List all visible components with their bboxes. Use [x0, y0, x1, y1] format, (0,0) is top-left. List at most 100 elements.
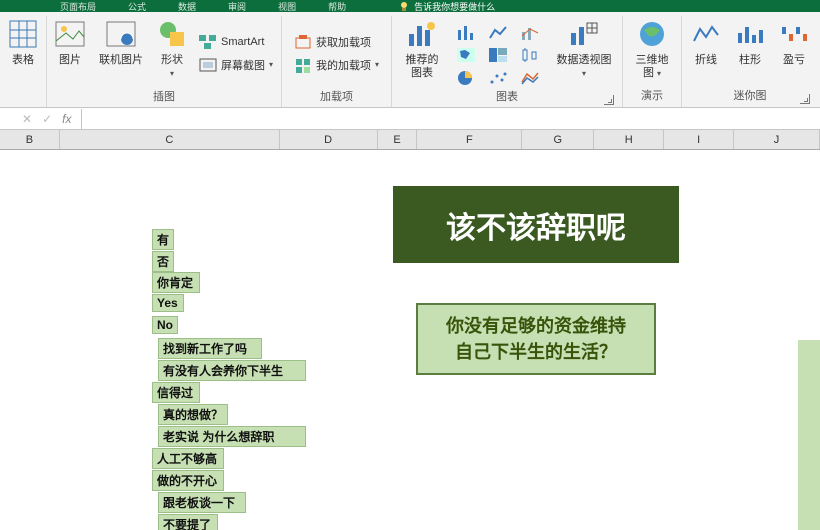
ribbon-tab[interactable]: 数据: [178, 0, 196, 12]
title-text: 该不该辞职呢: [446, 203, 626, 247]
tables-label: 表格: [12, 54, 34, 67]
screenshot-label: 屏幕截图: [221, 57, 265, 73]
sparkline-line-icon: [690, 18, 722, 50]
sheet-cell[interactable]: 找到新工作了吗: [158, 338, 262, 359]
statistic-chart-icon[interactable]: [518, 45, 542, 65]
shapes-button[interactable]: 形状 ▾: [155, 18, 189, 80]
sheet-cell[interactable]: 否: [152, 251, 174, 272]
online-pictures-icon: [105, 18, 137, 50]
combo-chart-icon[interactable]: [518, 22, 542, 42]
ribbon-tab[interactable]: 页面布局: [60, 0, 96, 12]
map-chart-icon[interactable]: [454, 45, 478, 65]
sheet-cell[interactable]: No: [152, 316, 178, 334]
sparkline-winloss-icon: [778, 18, 810, 50]
worksheet-area[interactable]: 有否你肯定Yes No 找到新工作了吗有没有人会养你下半生信得过真的想做？老实说 为…: [0, 150, 820, 530]
ribbon-tab[interactable]: 公式: [128, 0, 146, 12]
3d-map-label: 三维地 图: [636, 54, 669, 79]
col-header[interactable]: I: [664, 130, 734, 149]
ribbon-tab[interactable]: 视图: [278, 0, 296, 12]
ribbon: 表格 图片 联机图片 形状 ▾: [0, 12, 820, 108]
sheet-cell[interactable]: 人工不够高: [152, 448, 224, 469]
formula-input[interactable]: [81, 109, 820, 129]
sparkline-winloss-button[interactable]: 盈亏: [776, 18, 812, 67]
picture-icon: [54, 18, 86, 50]
dialog-launcher-icon[interactable]: [604, 95, 614, 105]
picture-label: 图片: [59, 54, 81, 67]
col-header[interactable]: E: [378, 130, 418, 149]
sheet-cell[interactable]: 有没有人会养你下半生: [158, 360, 306, 381]
chevron-down-icon: ▾: [657, 69, 661, 78]
sheet-cell[interactable]: 真的想做？: [158, 404, 228, 425]
ribbon-tab[interactable]: 帮助: [328, 0, 346, 12]
table-icon: [7, 18, 39, 50]
get-addins-label: 获取加载项: [316, 34, 371, 50]
col-header[interactable]: B: [0, 130, 60, 149]
surface-chart-icon[interactable]: [518, 68, 542, 88]
sheet-cell[interactable]: Yes: [152, 294, 184, 312]
sparkline-line-label: 折线: [695, 54, 717, 67]
shapes-label: 形状: [161, 54, 183, 66]
hierarchy-chart-icon[interactable]: [486, 45, 510, 65]
col-header[interactable]: H: [594, 130, 664, 149]
tell-me-label: 告诉我你想要做什么: [414, 0, 495, 12]
online-pictures-button[interactable]: 联机图片: [95, 18, 147, 67]
group-label-sparklines: 迷你图: [734, 90, 767, 102]
globe-icon: [636, 18, 668, 50]
col-header[interactable]: J: [734, 130, 820, 149]
sparkline-column-button[interactable]: 柱形: [732, 18, 768, 67]
title-block: 该不该辞职呢: [393, 186, 679, 263]
sparkline-column-icon: [734, 18, 766, 50]
sparkline-line-button[interactable]: 折线: [688, 18, 724, 67]
picture-button[interactable]: 图片: [53, 18, 87, 67]
sheet-cell[interactable]: 做的不开心: [152, 470, 224, 491]
chevron-down-icon: ▾: [170, 69, 174, 78]
sheet-cell[interactable]: 你肯定: [152, 272, 200, 293]
pivotchart-button[interactable]: 数据透视图▾: [552, 18, 616, 80]
smartart-button[interactable]: SmartArt: [197, 32, 275, 52]
fx-icon[interactable]: fx: [62, 112, 71, 126]
sparkline-winloss-label: 盈亏: [783, 54, 805, 67]
recommended-charts-label: 推荐的 图表: [406, 54, 439, 80]
enter-icon[interactable]: ✓: [42, 112, 52, 126]
column-chart-icon[interactable]: [454, 22, 478, 42]
tables-button[interactable]: 表格: [6, 18, 40, 67]
formula-bar: ✕ ✓ fx: [0, 108, 820, 130]
addins-icon: [294, 56, 312, 74]
group-label-illustrations: 插图: [153, 91, 175, 103]
lightbulb-icon: [398, 0, 410, 12]
recommended-charts-icon: [406, 18, 438, 50]
chevron-down-icon: ▾: [582, 69, 586, 78]
ribbon-tab[interactable]: 审阅: [228, 0, 246, 12]
group-label-charts: 图表: [496, 91, 518, 103]
pie-chart-icon[interactable]: [454, 68, 478, 88]
online-pictures-label: 联机图片: [99, 54, 143, 67]
col-header[interactable]: C: [60, 130, 280, 149]
sheet-cell[interactable]: 信得过: [152, 382, 200, 403]
sheet-cell[interactable]: 跟老板谈一下: [158, 492, 246, 513]
recommended-charts-button[interactable]: 推荐的 图表: [398, 18, 446, 80]
screenshot-icon: [199, 56, 217, 74]
column-headers: B C D E F G H I J: [0, 130, 820, 150]
get-addins-button[interactable]: 获取加载项: [292, 32, 381, 52]
sheet-cell[interactable]: 老实说 为什么想辞职: [158, 426, 306, 447]
col-header[interactable]: G: [522, 130, 594, 149]
window-titlebar: 页面布局 公式 数据 审阅 视图 帮助 告诉我你想要做什么: [0, 0, 820, 12]
screenshot-button[interactable]: 屏幕截图 ▾: [197, 55, 275, 75]
group-label-addins: 加载项: [320, 91, 353, 103]
col-header[interactable]: F: [417, 130, 522, 149]
my-addins-label: 我的加载项: [316, 57, 371, 73]
cancel-icon[interactable]: ✕: [22, 112, 32, 126]
smartart-label: SmartArt: [221, 36, 264, 48]
shapes-icon: [156, 18, 188, 50]
chevron-down-icon: ▾: [269, 60, 273, 69]
line-chart-icon[interactable]: [486, 22, 510, 42]
chevron-down-icon: ▾: [375, 60, 379, 69]
sheet-cell[interactable]: 有: [152, 229, 174, 250]
question-box: 你没有足够的资金维持 自己下半生的生活？: [416, 303, 656, 375]
scatter-chart-icon[interactable]: [486, 68, 510, 88]
col-header[interactable]: D: [280, 130, 378, 149]
tell-me-input[interactable]: 告诉我你想要做什么: [398, 0, 495, 12]
dialog-launcher-icon[interactable]: [800, 94, 810, 104]
3d-map-button[interactable]: 三维地 图 ▾: [629, 18, 675, 80]
my-addins-button[interactable]: 我的加载项 ▾: [292, 55, 381, 75]
